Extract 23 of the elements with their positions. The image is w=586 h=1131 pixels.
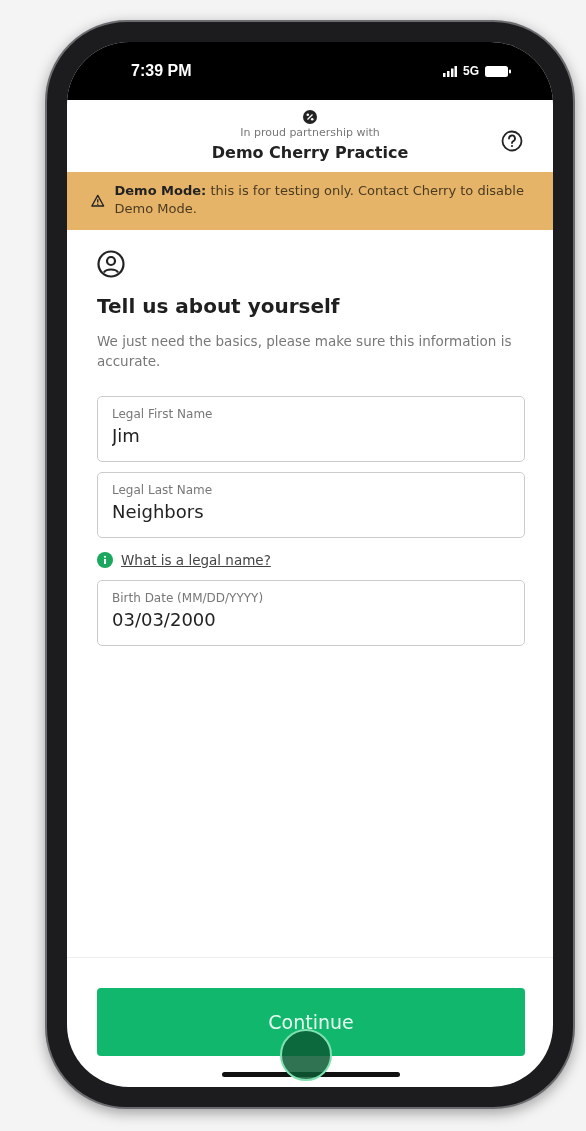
field-label: Legal Last Name bbox=[112, 482, 214, 497]
text-field[interactable]: Legal Last Name Neighbors bbox=[97, 471, 525, 538]
field-label: Birth Date (MM/DD/YYYY) bbox=[112, 590, 265, 605]
logo-icon bbox=[303, 110, 317, 124]
user-icon bbox=[97, 250, 125, 279]
banner-text: Demo Mode: this is for testing only. Contact Cherry to disable Demo Mode. bbox=[114, 182, 525, 219]
info-icon bbox=[97, 551, 113, 568]
status-time: 7:39 PM bbox=[131, 62, 192, 80]
warning-icon bbox=[91, 192, 105, 208]
field-value[interactable]: 03/03/2000 bbox=[112, 608, 510, 630]
page-title: Tell us about yourself bbox=[97, 294, 341, 319]
page-subtitle: We just need the basics, please make sure this information is accurate. bbox=[97, 332, 513, 371]
field-label: Legal First Name bbox=[112, 406, 214, 421]
network-label: 5G bbox=[463, 64, 479, 78]
field-value[interactable]: Neighbors bbox=[112, 500, 510, 522]
practice-name: Demo Cherry Practice bbox=[211, 143, 409, 162]
help-icon[interactable] bbox=[501, 130, 523, 152]
legal-name-link[interactable]: What is a legal name? bbox=[121, 551, 271, 568]
partnership-note: In proud partnership with bbox=[240, 126, 380, 139]
touch-indicator-icon bbox=[279, 1028, 333, 1082]
signal-icon bbox=[443, 65, 457, 77]
battery-icon bbox=[485, 65, 511, 77]
text-field[interactable]: Birth Date (MM/DD/YYYY) 03/03/2000 bbox=[97, 579, 525, 646]
